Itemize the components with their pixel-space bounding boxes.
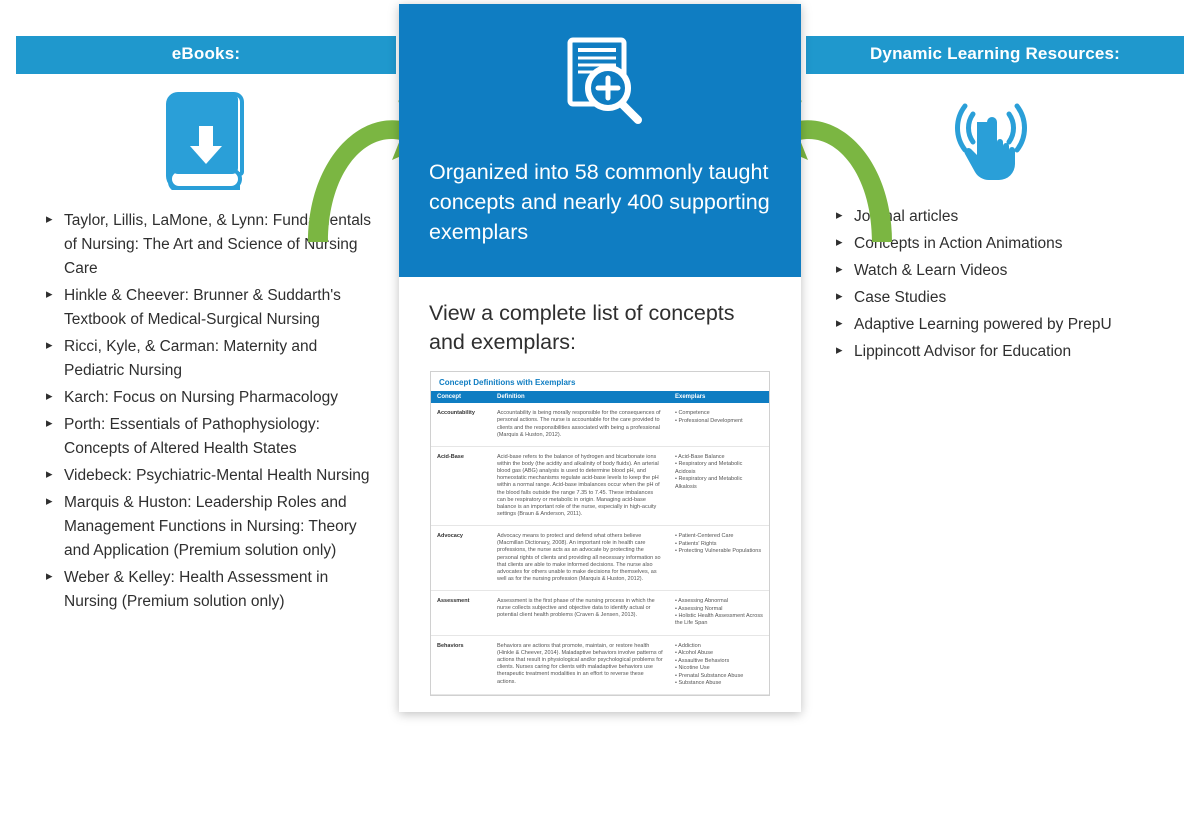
list-item: Marquis & Huston: Leadership Roles and M… <box>46 491 374 563</box>
list-item: Hinkle & Cheever: Brunner & Suddarth's T… <box>46 284 374 332</box>
ebooks-list: Taylor, Lillis, LaMone, & Lynn: Fundamen… <box>16 205 396 614</box>
col-exemplars: Exemplars <box>669 391 769 403</box>
list-item: Watch & Learn Videos <box>836 259 1162 283</box>
list-item: Porth: Essentials of Pathophysiology: Co… <box>46 413 374 461</box>
list-item: Videbeck: Psychiatric-Mental Health Nurs… <box>46 464 374 488</box>
sample-doc-title: Concept Definitions with Exemplars <box>431 372 769 391</box>
table-row: BehaviorsBehaviors are actions that prom… <box>431 636 769 696</box>
list-item: Adaptive Learning powered by PrepU <box>836 313 1162 337</box>
center-top: Organized into 58 commonly taught concep… <box>399 4 801 277</box>
sample-document[interactable]: Concept Definitions with Exemplars Conce… <box>430 371 770 696</box>
list-item: Case Studies <box>836 286 1162 310</box>
sample-doc-header: Concept Definition Exemplars <box>431 391 769 403</box>
col-definition: Definition <box>491 391 669 403</box>
magnify-plus-icon <box>429 32 771 137</box>
resources-title: Dynamic Learning Resources: <box>806 36 1184 74</box>
table-row: Acid-BaseAcid-base refers to the balance… <box>431 447 769 526</box>
ebooks-title: eBooks: <box>16 36 396 74</box>
center-card: Organized into 58 commonly taught concep… <box>399 4 801 712</box>
list-item: Weber & Kelley: Health Assessment in Nur… <box>46 566 374 614</box>
center-subhead: View a complete list of concepts and exe… <box>399 277 801 371</box>
table-row: AdvocacyAdvocacy means to protect and de… <box>431 526 769 591</box>
list-item: Karch: Focus on Nursing Pharmacology <box>46 386 374 410</box>
list-item: Ricci, Kyle, & Carman: Maternity and Ped… <box>46 335 374 383</box>
center-headline: Organized into 58 commonly taught concep… <box>429 157 771 247</box>
table-row: AccountabilityAccountability is being mo… <box>431 403 769 447</box>
table-row: AssessmentAssessment is the first phase … <box>431 591 769 636</box>
list-item: Lippincott Advisor for Education <box>836 340 1162 364</box>
col-concept: Concept <box>431 391 491 403</box>
